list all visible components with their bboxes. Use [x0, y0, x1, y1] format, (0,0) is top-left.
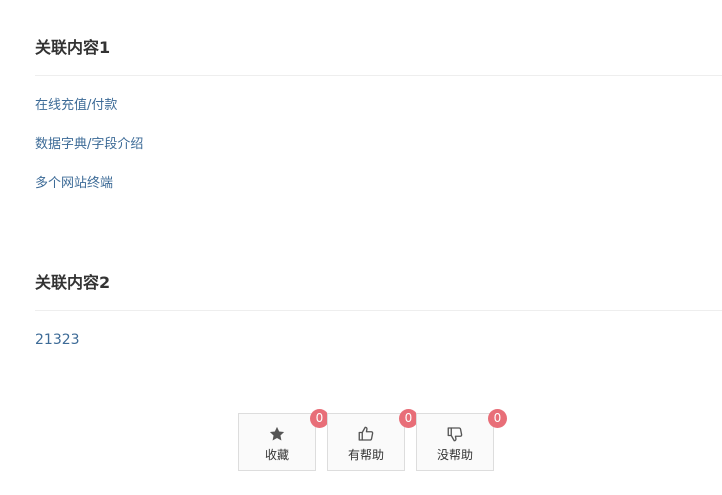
related-links-list: 在线充值/付款 数据字典/字段介绍 多个网站终端 — [35, 95, 704, 212]
list-item: 数据字典/字段介绍 — [35, 134, 704, 173]
divider — [35, 75, 722, 76]
section-title: 关联内容1 — [35, 38, 111, 57]
list-item: 在线充值/付款 — [35, 95, 704, 134]
related-link-multiple-sites[interactable]: 多个网站终端 — [35, 176, 113, 191]
helpful-button[interactable]: 有帮助 0 — [327, 409, 418, 471]
list-item: 21323 — [35, 330, 704, 369]
not-helpful-count-badge: 0 — [488, 409, 507, 428]
not-helpful-button[interactable]: 没帮助 0 — [416, 409, 507, 471]
related-links-list: 21323 — [35, 330, 704, 369]
list-item: 多个网站终端 — [35, 173, 704, 212]
related-content-1: 关联内容1 在线充值/付款 数据字典/字段介绍 多个网站终端 — [35, 36, 722, 212]
page: 关联内容1 在线充值/付款 数据字典/字段介绍 多个网站终端 关联内容2 213… — [0, 0, 722, 495]
star-icon — [268, 424, 286, 444]
thumbs-down-icon — [446, 424, 464, 444]
related-link-21323[interactable]: 21323 — [35, 332, 80, 348]
not-helpful-label: 没帮助 — [436, 448, 473, 462]
related-link-data-dictionary[interactable]: 数据字典/字段介绍 — [35, 137, 143, 152]
related-content-2: 关联内容2 21323 — [35, 271, 722, 369]
favorite-button[interactable]: 收藏 0 — [238, 409, 329, 471]
thumbs-up-icon — [357, 424, 375, 444]
section-title: 关联内容2 — [35, 273, 111, 292]
feedback-actions: 收藏 0 有帮助 0 没帮助 0 — [238, 409, 507, 471]
related-link-recharge[interactable]: 在线充值/付款 — [35, 98, 117, 113]
favorite-label: 收藏 — [264, 448, 289, 462]
helpful-label: 有帮助 — [347, 448, 384, 462]
divider — [35, 310, 722, 311]
